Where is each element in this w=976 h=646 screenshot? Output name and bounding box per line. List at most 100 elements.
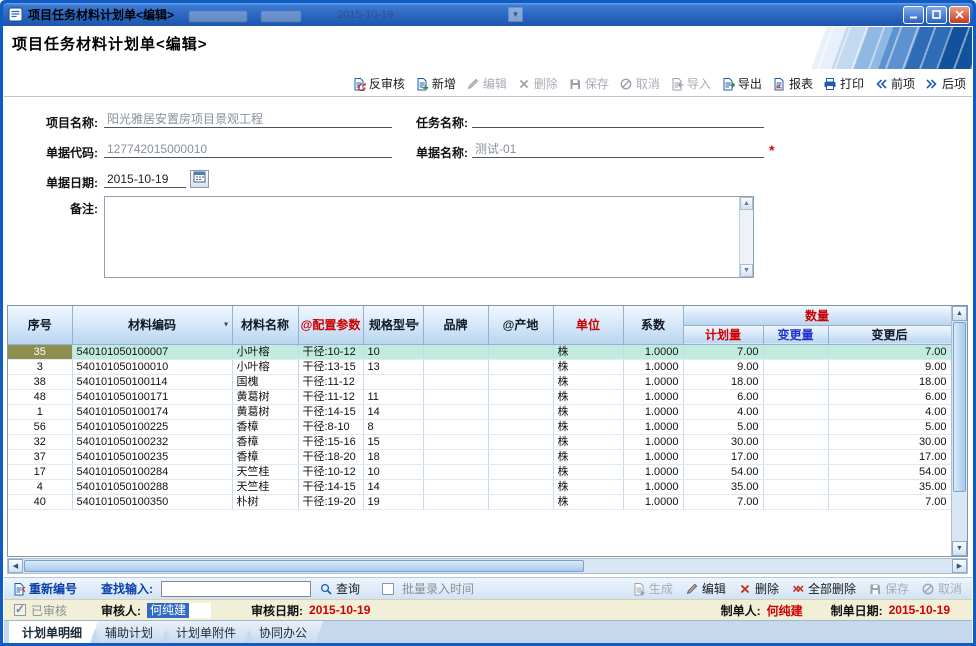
cell-brand[interactable] bbox=[423, 389, 488, 404]
cell-unit[interactable]: 株 bbox=[553, 359, 623, 374]
grid-row-40[interactable]: 40540101050100350朴树干径:19-2019株1.00007.00… bbox=[8, 494, 951, 509]
toolbar-button-delete[interactable]: 删除 bbox=[517, 75, 558, 92]
maximize-button[interactable] bbox=[926, 6, 947, 24]
cell-seq[interactable]: 56 bbox=[8, 419, 72, 434]
vertical-scrollbar[interactable]: ▲ ▼ bbox=[951, 306, 967, 556]
doc-name-field[interactable]: 测试-01 bbox=[472, 141, 764, 158]
toolbar-button-import[interactable]: 导入 bbox=[670, 75, 711, 92]
vertical-scroll-track[interactable] bbox=[952, 493, 967, 541]
cell-after[interactable]: 9.00 bbox=[828, 359, 951, 374]
column-header-after[interactable]: 变更后 bbox=[828, 325, 951, 344]
cell-code[interactable]: 540101050100350 bbox=[72, 494, 232, 509]
cell-code[interactable]: 540101050100232 bbox=[72, 434, 232, 449]
cell-seq[interactable]: 32 bbox=[8, 434, 72, 449]
column-header-coef[interactable]: 系数 bbox=[623, 306, 683, 344]
cell-brand[interactable] bbox=[423, 359, 488, 374]
cell-after[interactable]: 54.00 bbox=[828, 464, 951, 479]
cell-brand[interactable] bbox=[423, 494, 488, 509]
cell-seq[interactable]: 38 bbox=[8, 374, 72, 389]
cell-name[interactable]: 小叶榕 bbox=[232, 359, 298, 374]
task-name-field[interactable] bbox=[472, 111, 764, 128]
toolbar-button-audit-reverse[interactable]: 反审核 bbox=[352, 75, 405, 92]
cell-seq[interactable]: 17 bbox=[8, 464, 72, 479]
minimize-button[interactable] bbox=[903, 6, 924, 24]
cell-name[interactable]: 国槐 bbox=[232, 374, 298, 389]
grid-row-32[interactable]: 32540101050100232香樟干径:15-1615株1.000030.0… bbox=[8, 434, 951, 449]
cell-coef[interactable]: 1.0000 bbox=[623, 479, 683, 494]
column-header-seq[interactable]: 序号 bbox=[8, 306, 72, 344]
grid-row-35[interactable]: 35540101050100007小叶榕干径:10-1210株1.00007.0… bbox=[8, 344, 951, 359]
tab-collaboration[interactable]: 协同办公 bbox=[246, 621, 323, 643]
horizontal-scrollbar[interactable]: ◀ ▶ bbox=[7, 558, 968, 574]
cell-coef[interactable]: 1.0000 bbox=[623, 389, 683, 404]
scroll-down-icon[interactable]: ▼ bbox=[740, 264, 753, 277]
project-name-field[interactable]: 阳光雅居安置房项目景观工程 bbox=[104, 111, 392, 128]
remark-scrollbar[interactable]: ▲ ▼ bbox=[739, 197, 753, 277]
toolbar-button-print[interactable]: 打印 bbox=[823, 75, 864, 92]
grid-button-edit[interactable]: 编辑 bbox=[685, 580, 726, 597]
cell-spec[interactable]: 14 bbox=[363, 479, 423, 494]
grid-button-delete[interactable]: 删除 bbox=[738, 580, 779, 597]
cell-code[interactable]: 540101050100235 bbox=[72, 449, 232, 464]
cell-after[interactable]: 30.00 bbox=[828, 434, 951, 449]
cell-origin[interactable] bbox=[488, 464, 553, 479]
cell-spec[interactable]: 18 bbox=[363, 449, 423, 464]
cell-param[interactable]: 干径:14-15 bbox=[298, 404, 363, 419]
cell-name[interactable]: 香樟 bbox=[232, 449, 298, 464]
cell-seq[interactable]: 37 bbox=[8, 449, 72, 464]
toolbar-button-export[interactable]: 导出 bbox=[721, 75, 762, 92]
cell-coef[interactable]: 1.0000 bbox=[623, 419, 683, 434]
cell-unit[interactable]: 株 bbox=[553, 494, 623, 509]
cell-param[interactable]: 干径:13-15 bbox=[298, 359, 363, 374]
grid-row-17[interactable]: 17540101050100284天竺桂干径:10-1210株1.000054.… bbox=[8, 464, 951, 479]
cell-seq[interactable]: 35 bbox=[8, 344, 72, 359]
cell-param[interactable]: 干径:8-10 bbox=[298, 419, 363, 434]
cell-plan[interactable]: 17.00 bbox=[683, 449, 763, 464]
cell-change[interactable] bbox=[763, 419, 828, 434]
cell-after[interactable]: 7.00 bbox=[828, 344, 951, 359]
cell-change[interactable] bbox=[763, 344, 828, 359]
cell-plan[interactable]: 54.00 bbox=[683, 464, 763, 479]
cell-change[interactable] bbox=[763, 404, 828, 419]
grid-button-cancel[interactable]: 取消 bbox=[921, 580, 962, 597]
cell-seq[interactable]: 40 bbox=[8, 494, 72, 509]
cell-coef[interactable]: 1.0000 bbox=[623, 494, 683, 509]
cell-change[interactable] bbox=[763, 359, 828, 374]
scroll-left-button[interactable]: ◀ bbox=[8, 559, 23, 573]
cell-unit[interactable]: 株 bbox=[553, 374, 623, 389]
cell-unit[interactable]: 株 bbox=[553, 449, 623, 464]
cell-brand[interactable] bbox=[423, 449, 488, 464]
tab-plan-detail[interactable]: 计划单明细 bbox=[9, 621, 98, 643]
scroll-right-button[interactable]: ▶ bbox=[952, 559, 967, 573]
cell-spec[interactable] bbox=[363, 374, 423, 389]
cell-brand[interactable] bbox=[423, 464, 488, 479]
cell-name[interactable]: 黄葛树 bbox=[232, 404, 298, 419]
cell-origin[interactable] bbox=[488, 374, 553, 389]
cell-spec[interactable]: 10 bbox=[363, 344, 423, 359]
cell-coef[interactable]: 1.0000 bbox=[623, 434, 683, 449]
cell-brand[interactable] bbox=[423, 374, 488, 389]
cell-brand[interactable] bbox=[423, 419, 488, 434]
cell-after[interactable]: 6.00 bbox=[828, 389, 951, 404]
cell-origin[interactable] bbox=[488, 494, 553, 509]
cell-coef[interactable]: 1.0000 bbox=[623, 464, 683, 479]
query-button[interactable]: 查询 bbox=[319, 580, 360, 597]
batch-checkbox[interactable] bbox=[382, 583, 394, 595]
cell-plan[interactable]: 30.00 bbox=[683, 434, 763, 449]
auditor-field[interactable]: 何纯建 bbox=[147, 603, 211, 618]
cell-param[interactable]: 干径:14-15 bbox=[298, 479, 363, 494]
cell-origin[interactable] bbox=[488, 404, 553, 419]
search-input[interactable] bbox=[161, 581, 311, 597]
cell-change[interactable] bbox=[763, 389, 828, 404]
vertical-scroll-thumb[interactable] bbox=[953, 322, 966, 492]
cell-brand[interactable] bbox=[423, 434, 488, 449]
cell-param[interactable]: 干径:18-20 bbox=[298, 449, 363, 464]
cell-name[interactable]: 小叶榕 bbox=[232, 344, 298, 359]
cell-param[interactable]: 干径:10-12 bbox=[298, 344, 363, 359]
cell-unit[interactable]: 株 bbox=[553, 434, 623, 449]
doc-date-field[interactable]: 2015-10-19 bbox=[104, 171, 186, 188]
cell-after[interactable]: 17.00 bbox=[828, 449, 951, 464]
renumber-button[interactable]: 重新编号 bbox=[12, 580, 77, 597]
column-header-name[interactable]: 材料名称 bbox=[232, 306, 298, 344]
cell-after[interactable]: 7.00 bbox=[828, 494, 951, 509]
